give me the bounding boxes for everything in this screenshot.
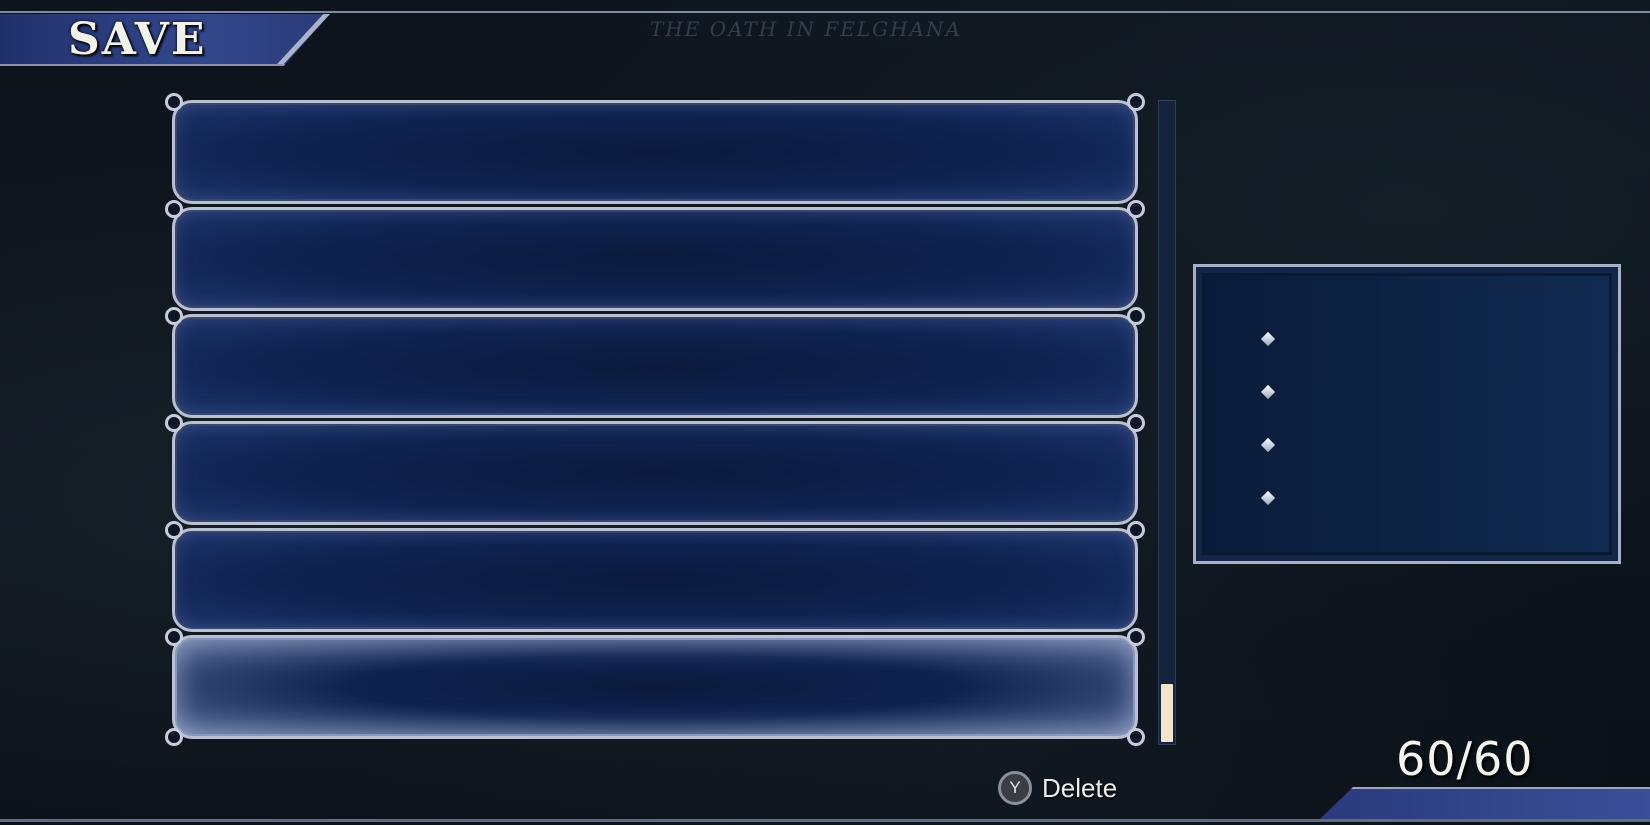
slot-ornament-icon bbox=[165, 728, 183, 746]
slot-ornament-icon bbox=[165, 200, 183, 218]
save-slot-2[interactable] bbox=[165, 200, 1145, 311]
save-slot-5[interactable] bbox=[165, 521, 1145, 632]
slot-ornament-icon bbox=[165, 414, 183, 432]
slot-ornament-icon bbox=[165, 521, 183, 539]
diamond-bullet-icon bbox=[1260, 490, 1276, 506]
slot-ornament-icon bbox=[1127, 200, 1145, 218]
delete-hint[interactable]: Y Delete bbox=[998, 770, 1117, 806]
slot-ornament-icon bbox=[1127, 93, 1145, 111]
page-title: SAVE bbox=[68, 14, 207, 65]
game-subtitle-watermark: THE OATH IN FELGHANA bbox=[650, 17, 962, 41]
save-info-panel-inner bbox=[1205, 276, 1609, 552]
slot-ornament-icon bbox=[165, 307, 183, 325]
bottom-frame-line bbox=[0, 819, 1650, 822]
slot-ornament-icon bbox=[1127, 307, 1145, 325]
slot-ornament-icon bbox=[1127, 628, 1145, 646]
slot-ornament-icon bbox=[165, 628, 183, 646]
save-slot-4[interactable] bbox=[165, 414, 1145, 525]
save-slot-6-selected[interactable] bbox=[165, 628, 1145, 746]
slot-scrollbar[interactable] bbox=[1158, 100, 1176, 745]
save-count: 60/60 bbox=[1396, 732, 1534, 786]
save-info-panel bbox=[1193, 264, 1621, 564]
slot-ornament-icon bbox=[165, 93, 183, 111]
y-button-icon: Y bbox=[998, 771, 1032, 805]
diamond-bullet-icon bbox=[1260, 331, 1276, 347]
slot-ornament-icon bbox=[1127, 414, 1145, 432]
scrollbar-thumb[interactable] bbox=[1161, 684, 1173, 742]
top-frame-line bbox=[0, 11, 1650, 13]
delete-label: Delete bbox=[1042, 772, 1118, 803]
save-slot-1[interactable] bbox=[165, 93, 1145, 204]
bottom-right-banner bbox=[1320, 787, 1650, 819]
save-slot-3[interactable] bbox=[165, 307, 1145, 418]
slot-ornament-icon bbox=[1127, 521, 1145, 539]
slot-ornament-icon bbox=[1127, 728, 1145, 746]
diamond-bullet-icon bbox=[1260, 384, 1276, 400]
diamond-bullet-icon bbox=[1260, 437, 1276, 453]
